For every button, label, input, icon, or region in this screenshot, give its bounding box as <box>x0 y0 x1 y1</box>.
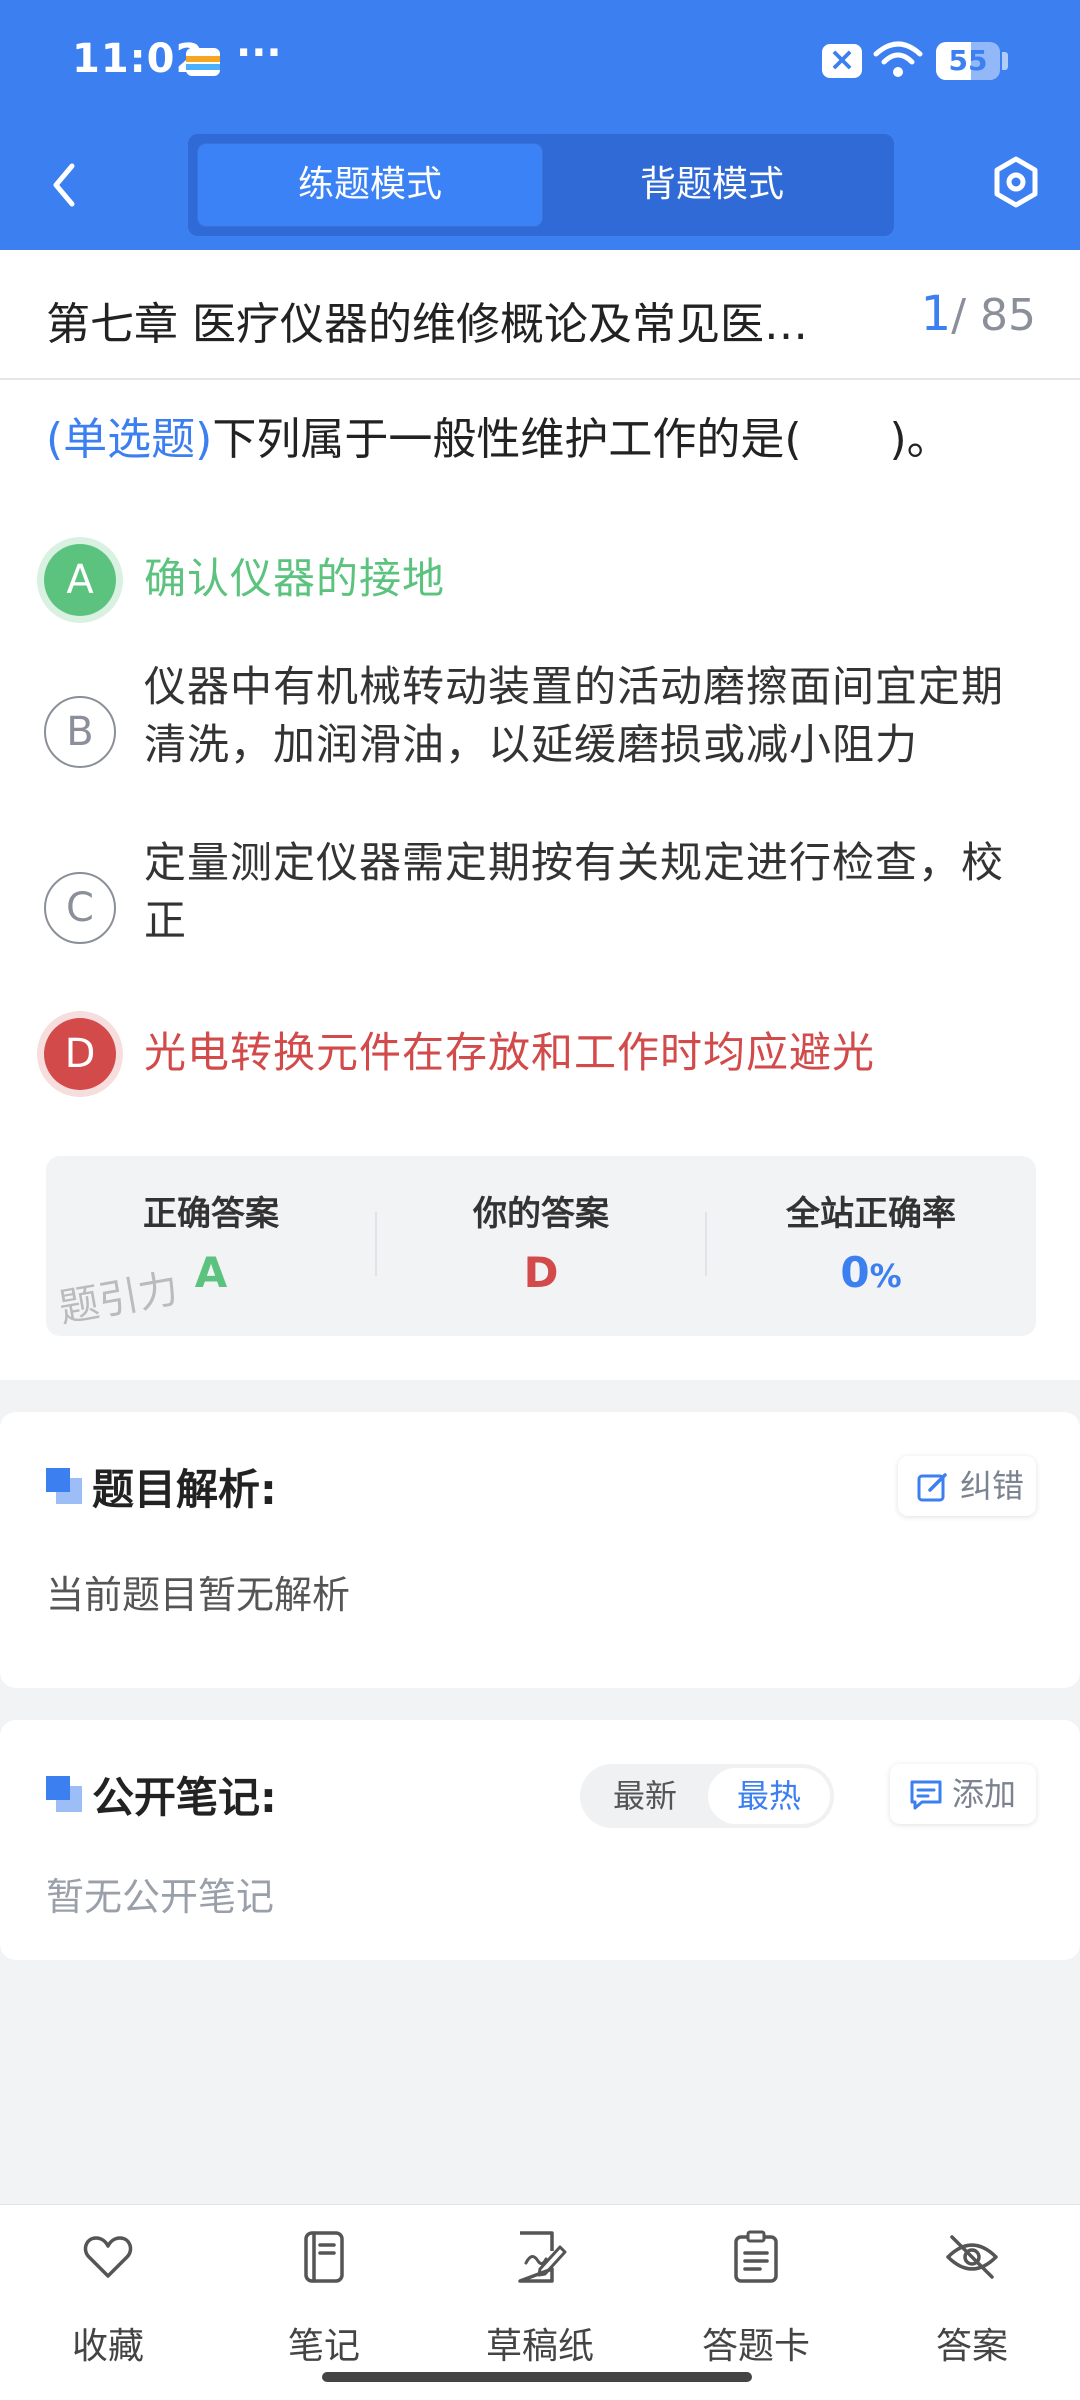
more-notifications-icon: ··· <box>236 30 282 76</box>
notebook-icon <box>304 2231 344 2283</box>
edit-icon <box>917 1473 947 1502</box>
option-c-letter: C <box>44 872 116 944</box>
option-b-text: 仪器中有机械转动装置的活动磨擦面间宜定期清洗，加润滑油，以延缓磨损或减小阻力 <box>144 662 1005 769</box>
accuracy-unit: % <box>869 1257 902 1295</box>
section-marker-icon <box>46 1468 82 1504</box>
question-type: (单选题) <box>46 414 213 465</box>
chapter-title[interactable]: 第七章 医疗仪器的维修概论及常见医… <box>46 288 886 352</box>
notes-sort-toggle: 最新 最热 <box>580 1764 834 1828</box>
back-button[interactable] <box>36 150 96 220</box>
analysis-section: 题目解析: 纠错 当前题目暂无解析 <box>0 1412 1080 1688</box>
chapter-bar: 第七章 医疗仪器的维修概论及常见医… 1/ 85 <box>0 250 1080 380</box>
bottom-toolbar: 收藏 笔记 草稿纸 答题卡 答案 <box>0 2204 1080 2400</box>
top-header: 11:02 ··· × 55 练题模式 背题模式 <box>0 0 1080 250</box>
wallet-icon <box>186 48 220 76</box>
draft-icon <box>518 2231 567 2283</box>
your-answer-column: 你的答案 D <box>376 1156 706 1336</box>
no-sim-icon: × <box>822 40 862 78</box>
comment-icon <box>910 1780 942 1810</box>
tab-practice-mode[interactable]: 练题模式 <box>198 144 542 226</box>
nav-show-answer[interactable]: 答案 <box>864 2205 1080 2400</box>
accuracy-value: 0% <box>706 1248 1036 1297</box>
status-time: 11:02 <box>72 36 205 82</box>
accuracy-label: 全站正确率 <box>786 1194 956 1234</box>
accuracy-number: 0 <box>840 1248 870 1297</box>
nav-favorite[interactable]: 收藏 <box>0 2205 216 2400</box>
wifi-icon <box>873 41 923 77</box>
question-card: (单选题)下列属于一般性维护工作的是( )。 A 确认仪器的接地 B 仪器中有机… <box>0 380 1080 1380</box>
option-a-text: 确认仪器的接地 <box>144 554 446 603</box>
heart-icon <box>83 2236 133 2278</box>
question-stem: (单选题)下列属于一般性维护工作的是( )。 <box>46 410 1046 470</box>
eye-off-icon <box>946 2235 998 2279</box>
notes-title: 公开笔记: <box>92 1773 277 1822</box>
analysis-body: 当前题目暂无解析 <box>46 1573 351 1617</box>
battery-level: 55 <box>948 44 988 77</box>
analysis-title: 题目解析: <box>92 1465 277 1514</box>
settings-gear-icon[interactable] <box>990 154 1042 210</box>
status-bar: 11:02 ··· × 55 <box>0 0 1080 125</box>
option-a-letter: A <box>44 544 116 616</box>
section-marker-icon <box>46 1776 82 1812</box>
option-b-letter: B <box>44 696 116 768</box>
option-d-letter: D <box>44 1018 116 1090</box>
your-answer-value: D <box>523 1248 559 1297</box>
tab-memorize-mode[interactable]: 背题模式 <box>540 144 884 226</box>
report-error-label: 纠错 <box>960 1467 1025 1505</box>
app-screen: 11:02 ··· × 55 练题模式 背题模式 第七章 医疗仪器的维修概论及常… <box>0 0 1080 2400</box>
question-text: 下列属于一般性维护工作的是( )。 <box>212 414 951 465</box>
nav-answer-sheet-label: 答题卡 <box>701 2326 810 2367</box>
sort-latest[interactable]: 最新 <box>584 1768 706 1824</box>
public-notes-section: 公开笔记: 最新 最热 添加 暂无公开笔记 <box>0 1720 1080 1960</box>
option-d-text: 光电转换元件在存放和工作时均应避光 <box>144 1028 876 1077</box>
nav-answer-sheet[interactable]: 答题卡 <box>648 2205 864 2400</box>
add-note-label: 添加 <box>952 1775 1017 1813</box>
nav-notes-label: 笔记 <box>287 2326 360 2367</box>
question-counter: 1/ 85 <box>921 286 1036 342</box>
nav-notes[interactable]: 笔记 <box>216 2205 432 2400</box>
correct-answer-label: 正确答案 <box>143 1194 279 1234</box>
total-questions: / 85 <box>951 290 1036 341</box>
option-c-text: 定量测定仪器需定期按有关规定进行检查，校正 <box>144 838 1005 945</box>
accuracy-column: 全站正确率 0% <box>706 1156 1036 1336</box>
nav-draft-label: 草稿纸 <box>485 2326 594 2367</box>
report-error-button[interactable]: 纠错 <box>898 1456 1036 1516</box>
battery-nub <box>1002 52 1008 70</box>
current-question-number: 1 <box>920 286 952 342</box>
nav-answer-label: 答案 <box>935 2326 1008 2367</box>
answer-summary: 正确答案 A 你的答案 D 全站正确率 0% 题引力 <box>46 1156 1036 1336</box>
mode-switch: 练题模式 背题模式 <box>188 134 894 236</box>
nav-draft-paper[interactable]: 草稿纸 <box>432 2205 648 2400</box>
battery-icon: 55 <box>936 42 1000 80</box>
nav-favorite-label: 收藏 <box>71 2326 144 2367</box>
sort-hot[interactable]: 最热 <box>708 1768 830 1824</box>
home-indicator[interactable] <box>322 2372 752 2382</box>
notes-body: 暂无公开笔记 <box>46 1875 275 1919</box>
add-note-button[interactable]: 添加 <box>890 1764 1036 1824</box>
your-answer-label: 你的答案 <box>473 1194 609 1234</box>
answer-sheet-icon <box>734 2230 778 2283</box>
